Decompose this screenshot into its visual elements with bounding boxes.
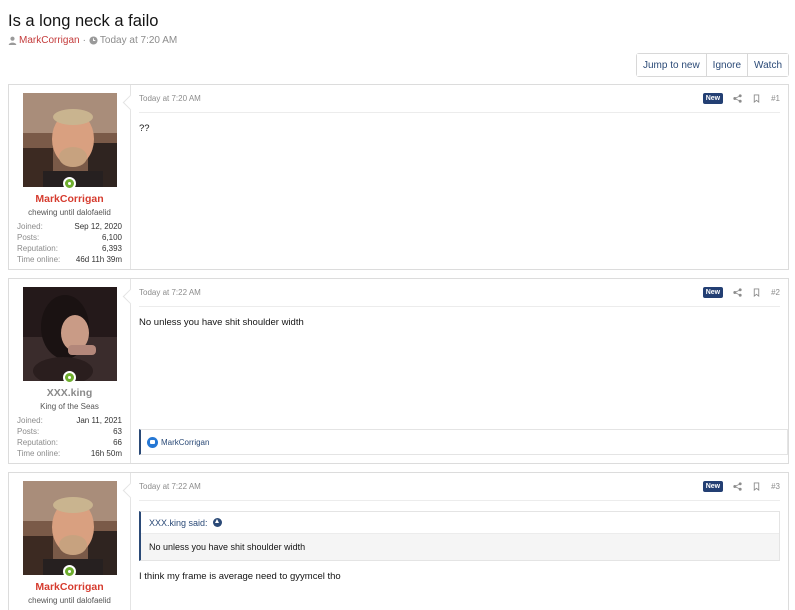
post-time[interactable]: Today at 7:20 AM	[139, 94, 201, 103]
post-time[interactable]: Today at 7:22 AM	[139, 288, 201, 297]
post-username[interactable]: MarkCorrigan	[9, 193, 130, 205]
post-user-cell: MarkCorrigan chewing until dalofaelid Jo…	[9, 85, 131, 269]
stat-value: Jan 11, 2021	[76, 416, 122, 425]
post-username[interactable]: MarkCorrigan	[9, 581, 130, 593]
jump-to-quote-icon[interactable]	[212, 518, 222, 527]
quote-author[interactable]: XXX.king said:	[149, 518, 208, 528]
quote-block: XXX.king said: No unless you have shit s…	[139, 511, 780, 561]
share-icon[interactable]	[733, 482, 742, 491]
bookmark-icon[interactable]	[752, 482, 761, 491]
online-status-icon	[63, 371, 76, 384]
jump-to-new-button[interactable]: Jump to new	[636, 54, 706, 76]
like-icon	[147, 436, 158, 448]
post-user-cell: MarkCorrigan chewing until dalofaelid	[9, 473, 131, 610]
user-stats: Joined: Sep 12, 2020 Posts: 6,100 Reputati…	[17, 221, 122, 265]
new-badge: New	[702, 93, 724, 104]
post-body: No unless you have shit shoulder width	[139, 317, 304, 328]
post-attribution: Today at 7:22 AM New #3	[139, 473, 780, 501]
stat-value: 46d 11h 39m	[75, 255, 122, 264]
post-attribution: Today at 7:20 AM New #1	[139, 85, 780, 113]
stat-label: Posts:	[17, 427, 40, 436]
clock-icon	[89, 36, 98, 45]
thread-time[interactable]: Today at 7:20 AM	[100, 35, 177, 46]
avatar[interactable]	[22, 287, 117, 381]
stat-value: 6,100	[101, 233, 122, 242]
stat-label: Joined:	[17, 416, 43, 425]
watch-button[interactable]: Watch	[747, 54, 788, 76]
post-attribution: Today at 7:22 AM New #2	[139, 279, 780, 307]
post-time[interactable]: Today at 7:22 AM	[139, 482, 201, 491]
share-icon[interactable]	[733, 288, 742, 297]
stat-value: 16h 50m	[90, 449, 122, 458]
quote-header[interactable]: XXX.king said:	[141, 512, 779, 534]
thread-title: Is a long neck a failo	[8, 12, 159, 30]
post-main: Today at 7:22 AM New #3 XXX.king said: N…	[131, 473, 788, 610]
reaction-user-link[interactable]: MarkCorrigan	[161, 438, 209, 447]
thread-meta: MarkCorrigan · Today at 7:20 AM	[8, 35, 177, 46]
user-stats: Joined: Jan 11, 2021 Posts: 63 Reputation:…	[17, 415, 122, 459]
reactions-bar[interactable]: MarkCorrigan	[139, 429, 788, 455]
stat-label: Joined:	[17, 222, 43, 231]
meta-separator: ·	[82, 35, 86, 46]
online-status-icon	[63, 565, 76, 578]
post-1: MarkCorrigan chewing until dalofaelid Jo…	[8, 84, 789, 270]
stat-label: Time online:	[17, 255, 61, 264]
user-title: King of the Seas	[40, 402, 99, 411]
stat-value: 63	[113, 427, 122, 436]
quote-body: No unless you have shit shoulder width	[141, 534, 779, 560]
bookmark-icon[interactable]	[752, 288, 761, 297]
post-number[interactable]: #2	[771, 288, 780, 297]
user-title: chewing until dalofaelid	[28, 596, 111, 605]
thread-toolbar: Jump to new Ignore Watch	[635, 53, 789, 77]
stat-label: Time online:	[17, 449, 61, 458]
avatar[interactable]	[22, 93, 117, 187]
stat-value: Sep 12, 2020	[74, 222, 122, 231]
user-icon	[8, 36, 17, 45]
post-main: Today at 7:20 AM New #1 ??	[131, 85, 788, 269]
post-main: Today at 7:22 AM New #2 No unless you ha…	[131, 279, 788, 463]
stat-label: Reputation:	[17, 244, 58, 253]
ignore-button[interactable]: Ignore	[705, 54, 748, 76]
stat-label: Reputation:	[17, 438, 58, 447]
post-body: ??	[139, 123, 150, 134]
new-badge: New	[702, 287, 724, 298]
post-2: XXX.king King of the Seas Joined: Jan 11,…	[8, 278, 789, 464]
post-user-cell: XXX.king King of the Seas Joined: Jan 11,…	[9, 279, 131, 463]
post-3: MarkCorrigan chewing until dalofaelid To…	[8, 472, 789, 610]
avatar[interactable]	[22, 481, 117, 575]
post-number[interactable]: #1	[771, 94, 780, 103]
thread-author-link[interactable]: MarkCorrigan	[19, 35, 80, 46]
stat-value: 66	[113, 438, 122, 447]
post-number[interactable]: #3	[771, 482, 780, 491]
bookmark-icon[interactable]	[752, 94, 761, 103]
post-body: I think my frame is average need to gyym…	[139, 571, 341, 582]
share-icon[interactable]	[733, 94, 742, 103]
new-badge: New	[702, 481, 724, 492]
online-status-icon	[63, 177, 76, 190]
user-title: chewing until dalofaelid	[28, 208, 111, 217]
post-username[interactable]: XXX.king	[9, 387, 130, 399]
stat-value: 6,393	[101, 244, 122, 253]
stat-label: Posts:	[17, 233, 40, 242]
